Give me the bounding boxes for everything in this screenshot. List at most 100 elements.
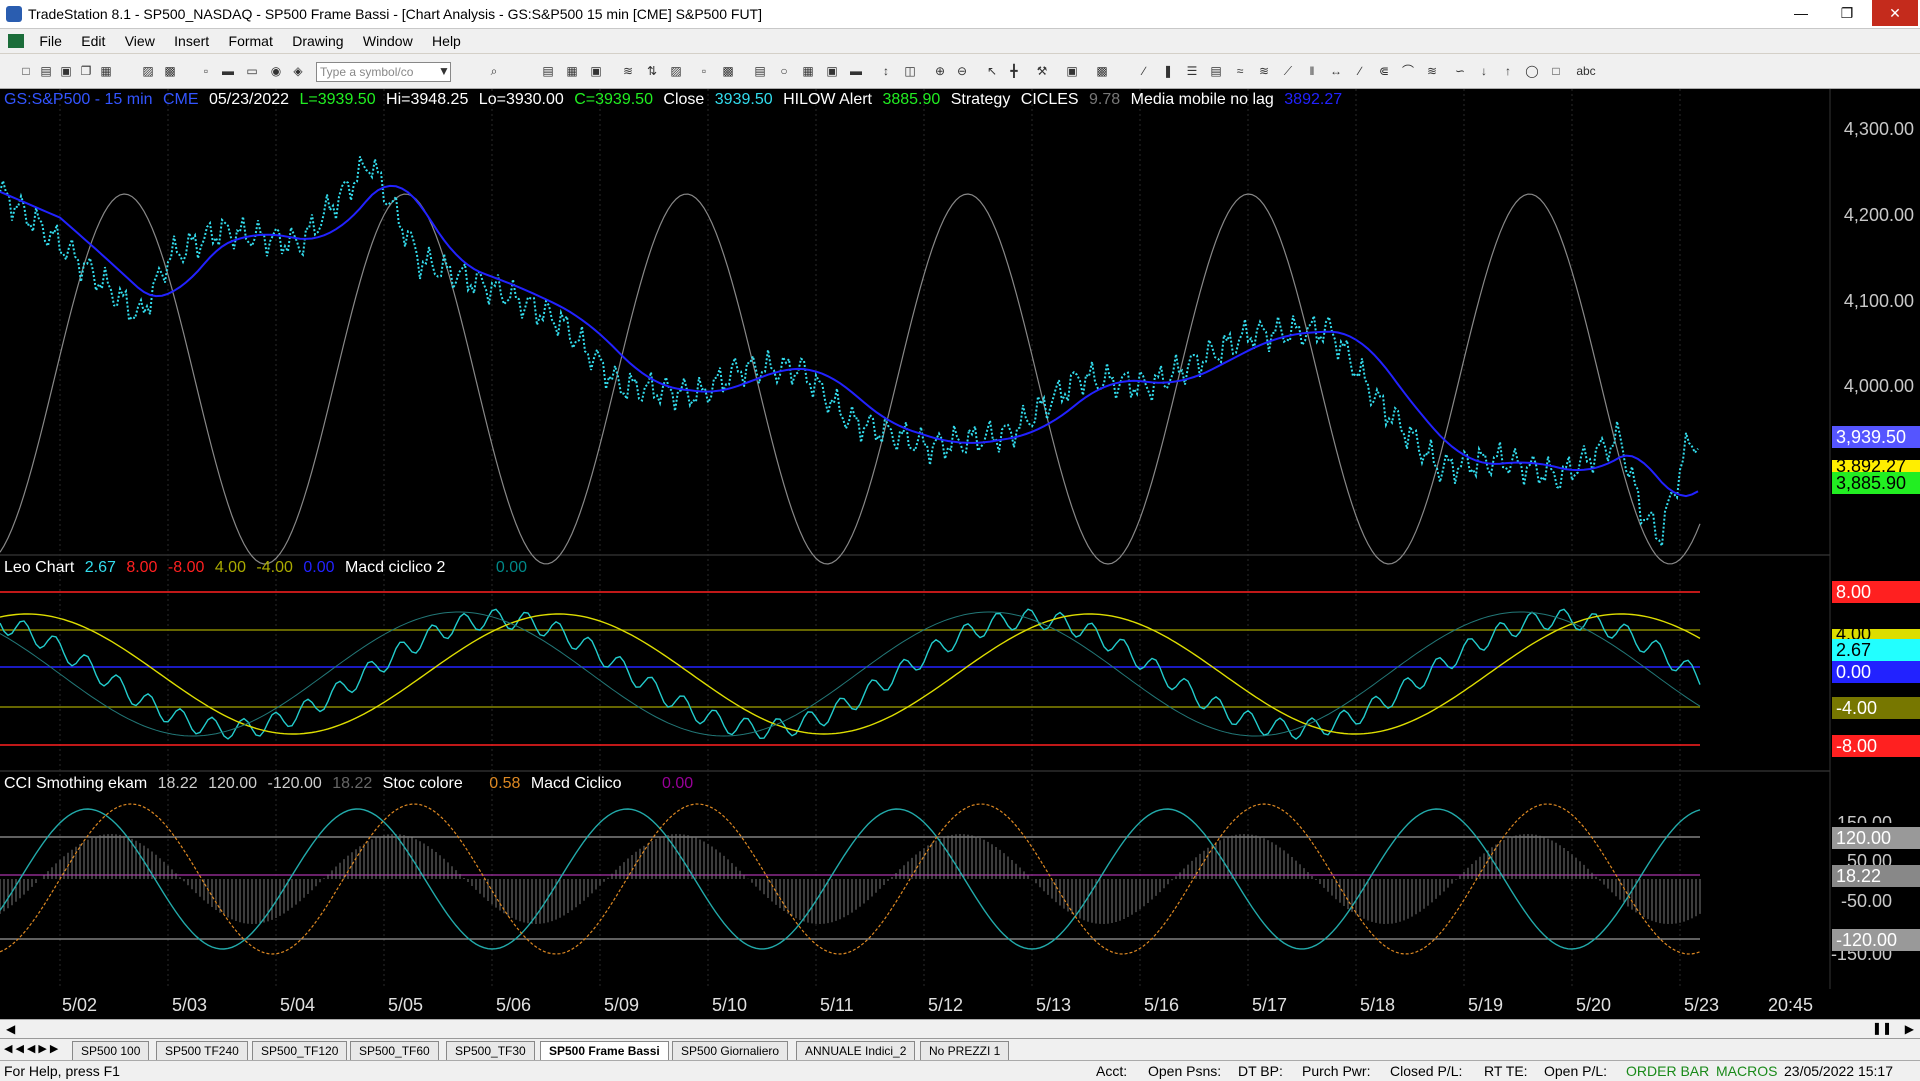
copy-icon[interactable]: ❐ (78, 63, 94, 79)
bars-icon[interactable]: ◫ (902, 63, 918, 79)
window-icon[interactable]: ▫ (198, 63, 214, 79)
new-icon[interactable]: □ (18, 63, 34, 79)
cci-axis-label: -50.00 (1840, 891, 1892, 911)
arrow-up-icon[interactable]: ↑ (1500, 63, 1516, 79)
paste-icon[interactable]: ▦ (98, 63, 114, 79)
cci-label: CCI Smothing ekam (4, 775, 148, 792)
menu-view[interactable]: View (117, 29, 163, 53)
speed-lines-icon[interactable]: ‖ (1304, 63, 1320, 79)
zoom-in-icon[interactable]: ⊕ (932, 63, 948, 79)
print-preview-icon[interactable]: ▨ (140, 63, 156, 79)
horizontal-scrollbar[interactable]: ◀ ❚❚ ▶ (0, 1019, 1920, 1038)
macros-button[interactable]: MACROS (1716, 1063, 1777, 1079)
news-icon[interactable]: ▤ (752, 63, 768, 79)
zoom-out-icon[interactable]: ⊖ (954, 63, 970, 79)
tools-icon[interactable]: ⚒ (1034, 63, 1050, 79)
menu-bar: File Edit View Insert Format Drawing Win… (0, 29, 1920, 81)
rectangle-icon[interactable]: □ (1548, 63, 1564, 79)
tab-annuale-indici[interactable]: ANNUALE Indici_2 (796, 1041, 916, 1061)
date-label: 5/13 (1036, 995, 1072, 1015)
workspace-icon[interactable]: ▭ (244, 63, 260, 79)
menu-edit[interactable]: Edit (73, 29, 113, 53)
tab-sp500-giornaliero[interactable]: SP500 Giornaliero (672, 1041, 789, 1061)
app-icon (6, 6, 22, 22)
arc-icon[interactable]: ⌒ (1400, 63, 1416, 79)
last-label: L=3939.50 (299, 91, 376, 108)
optionstation-icon[interactable]: ▨ (668, 63, 684, 79)
price-axis-label: 4,000.00 (1843, 376, 1914, 396)
maximize-button[interactable]: ❐ (1824, 0, 1870, 26)
scale-icon[interactable]: ↕ (878, 63, 894, 79)
print-icon[interactable]: ▩ (162, 63, 178, 79)
arrow-down-icon[interactable]: ↓ (1476, 63, 1492, 79)
gann-icon[interactable]: ⟋ (1280, 63, 1296, 79)
menu-help[interactable]: Help (424, 29, 469, 53)
radar-icon[interactable]: ▣ (588, 63, 604, 79)
alerts-icon[interactable]: ○ (776, 63, 792, 79)
order-entry-icon[interactable]: ▫ (696, 63, 712, 79)
timesales-icon[interactable]: ▣ (824, 63, 840, 79)
crosshair-icon[interactable]: ╋ (1006, 63, 1022, 79)
grid-icon[interactable]: ▦ (564, 63, 580, 79)
network-icon[interactable]: ◈ (290, 63, 306, 79)
chevron-down-icon[interactable]: ▼ (436, 63, 452, 79)
order-bar-button[interactable]: ORDER BAR (1626, 1063, 1709, 1079)
open-icon[interactable]: ▤ (38, 63, 54, 79)
date-label: 5/23 (1684, 995, 1720, 1015)
tab-sp500-100[interactable]: SP500 100 (72, 1041, 150, 1061)
tab-sp500-tf120[interactable]: SP500_TF120 (252, 1041, 348, 1061)
trend-icon[interactable]: ≋ (620, 63, 636, 79)
close-button[interactable]: ✕ (1872, 0, 1918, 26)
regression-icon[interactable]: ∕ (1352, 63, 1368, 79)
ellipse-icon[interactable]: ◯ (1524, 63, 1540, 79)
market-depth-icon[interactable]: ▦ (800, 63, 816, 79)
horizontal-lines-icon[interactable]: ☰ (1184, 63, 1200, 79)
tab-sp500-tf240[interactable]: SP500 TF240 (156, 1041, 248, 1061)
scanner-icon[interactable]: ⇅ (644, 63, 660, 79)
cci-tag-120: 120.00 (1832, 827, 1920, 849)
pitchfork-icon[interactable]: ⋐ (1376, 63, 1392, 79)
menu-file[interactable]: File (31, 29, 70, 53)
channel-icon[interactable]: ▤ (1208, 63, 1224, 79)
strategy-icon[interactable]: ▩ (1094, 63, 1110, 79)
menu-format[interactable]: Format (221, 29, 281, 53)
scroll-right-icon[interactable]: ▶ (1905, 1022, 1914, 1036)
scroll-left-icon[interactable]: ◀ (6, 1022, 15, 1036)
minimize-button[interactable]: — (1778, 0, 1824, 26)
text-tool-icon[interactable]: abc (1572, 63, 1600, 79)
window-tile-icon[interactable]: ▬ (220, 63, 236, 79)
vertical-lines-icon[interactable]: ❚ (1160, 63, 1176, 79)
cycle-icon[interactable]: ≋ (1424, 63, 1440, 79)
menu-insert[interactable]: Insert (166, 29, 217, 53)
insert-indicator-icon[interactable]: ▣ (1064, 63, 1080, 79)
chart-plot[interactable] (0, 89, 1920, 989)
tab-nav-icons[interactable]: ◀◀◀▶▶ (4, 1042, 61, 1055)
tab-sp500-tf60[interactable]: SP500_TF60 (350, 1041, 439, 1061)
palette-icon[interactable]: ◉ (268, 63, 284, 79)
chart-icon[interactable]: ▤ (540, 63, 556, 79)
andrews-icon[interactable]: ≈ (1232, 63, 1248, 79)
leo-value-2: 8.00 (126, 559, 158, 576)
lookup-icon[interactable]: ⌕ (486, 63, 502, 79)
fib-icon[interactable]: ≋ (1256, 63, 1272, 79)
menu-window[interactable]: Window (355, 29, 421, 53)
trendline-icon[interactable]: ∕ (1136, 63, 1152, 79)
date-label: 5/06 (496, 995, 532, 1015)
chart-window[interactable]: GS:S&P500 - 15 min CME 05/23/2022 L=3939… (0, 89, 1920, 1019)
freehand-icon[interactable]: ∽ (1452, 63, 1468, 79)
menu-drawing[interactable]: Drawing (284, 29, 351, 53)
tab-no-prezzi[interactable]: No PREZZI 1 (920, 1041, 1010, 1061)
account-icon[interactable]: ▩ (720, 63, 736, 79)
easylanguage-icon[interactable]: ▬ (848, 63, 864, 79)
pointer-icon[interactable]: ↖ (984, 63, 1000, 79)
cci-value-1: 18.22 (157, 775, 198, 792)
stoc-line (0, 803, 1701, 955)
tab-sp500-tf30[interactable]: SP500_TF30 (446, 1041, 535, 1061)
tab-sp500-frame-bassi[interactable]: SP500 Frame Bassi (540, 1041, 669, 1061)
close-val-label: C=3939.50 (574, 91, 653, 108)
date-label: 5/18 (1360, 995, 1396, 1015)
arrows-icon[interactable]: ↔ (1328, 63, 1344, 79)
symbol-input[interactable]: Type a symbol/co (316, 62, 451, 82)
save-icon[interactable]: ▣ (58, 63, 74, 79)
scroll-thumb[interactable]: ❚❚ (1872, 1021, 1892, 1035)
